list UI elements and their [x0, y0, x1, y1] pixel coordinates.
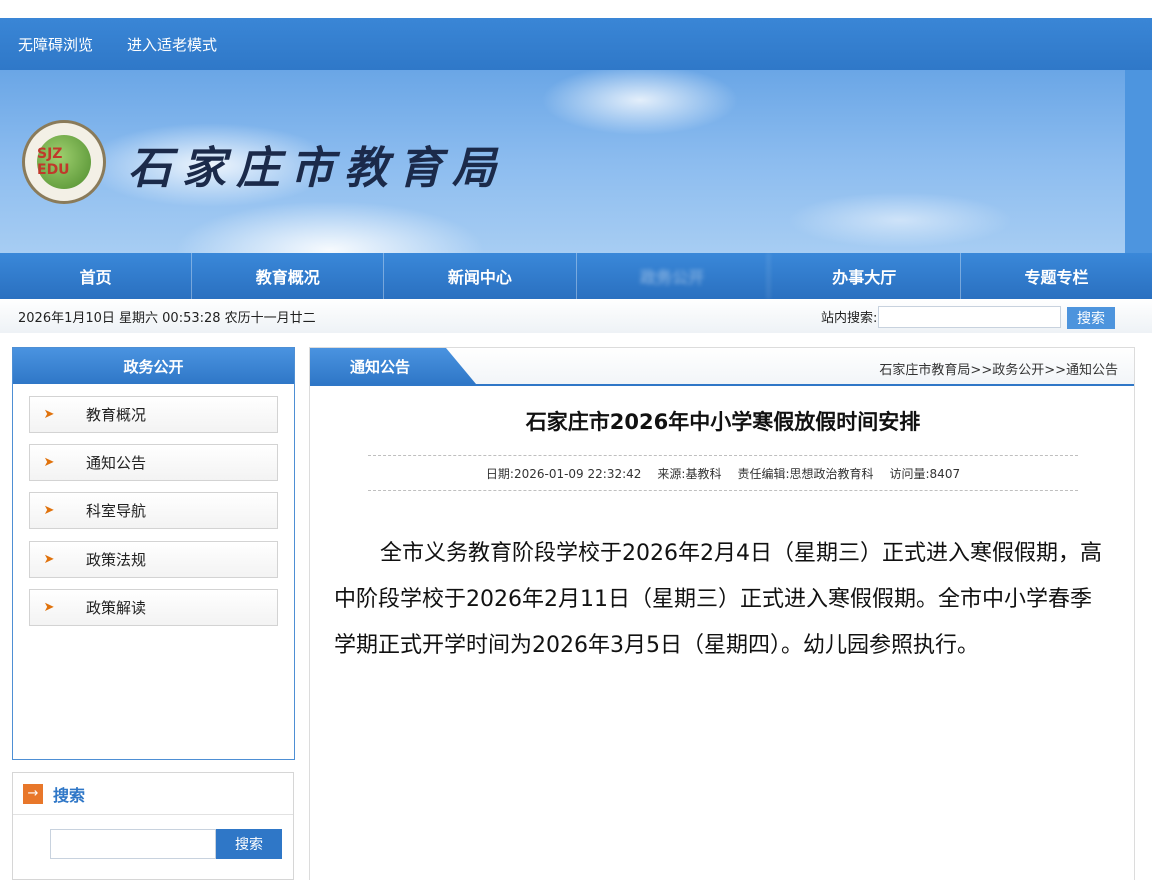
sidebar-item-label: 教育概况 — [86, 406, 147, 424]
nav-home[interactable]: 首页 — [0, 253, 193, 299]
article-views: 访问量:8407 — [889, 466, 961, 481]
arrow-right-icon: ➤ — [43, 552, 55, 567]
sidebar-item-policies[interactable]: ➤ 政策法规 — [29, 541, 278, 578]
sidebar-search-input[interactable] — [50, 829, 216, 859]
sidebar-item-label: 政策法规 — [86, 551, 147, 569]
logo-emblem-icon: SJZ EDU — [37, 135, 91, 189]
sidebar-item-label: 科室导航 — [86, 502, 147, 520]
site-search-button[interactable]: 搜索 — [1067, 307, 1115, 329]
elder-mode-link[interactable]: 进入适老模式 — [127, 34, 217, 55]
bureau-logo: SJZ EDU — [22, 120, 106, 204]
arrow-right-icon: ➤ — [43, 600, 55, 615]
breadcrumb: 石家庄市教育局>>政务公开>>通知公告 — [879, 363, 1118, 378]
arrow-right-icon: ➤ — [43, 407, 55, 422]
main-nav: 首页 教育概况 新闻中心 政务公开 办事大厅 专题专栏 — [0, 253, 1152, 299]
search-box-header: → 搜索 — [13, 773, 293, 815]
sidebar-item-department-nav[interactable]: ➤ 科室导航 — [29, 492, 278, 529]
banner-edge — [1125, 70, 1152, 253]
nav-special-topics[interactable]: 专题专栏 — [961, 253, 1152, 299]
info-bar: 2026年1月10日 星期六 00:53:28 农历十一月廿二 站内搜索: 搜索 — [0, 299, 1152, 333]
top-utility-bar: 无障碍浏览 进入适老模式 — [0, 18, 1152, 70]
current-datetime: 2026年1月10日 星期六 00:53:28 农历十一月廿二 — [18, 310, 316, 326]
sidebar-item-label: 通知公告 — [86, 454, 147, 472]
arrow-square-icon: → — [23, 783, 43, 804]
article-title: 石家庄市2026年中小学寒假放假时间安排 — [525, 410, 921, 434]
article-panel-header: 通知公告 石家庄市教育局>>政务公开>>通知公告 — [310, 348, 1134, 386]
nav-service-hall[interactable]: 办事大厅 — [769, 253, 961, 299]
nav-government-affairs[interactable]: 政务公开 — [577, 253, 769, 299]
nav-education-overview[interactable]: 教育概况 — [192, 253, 385, 299]
sidebar-search-box: → 搜索 搜索 — [12, 772, 294, 880]
article-source: 来源:基教科 — [657, 466, 722, 481]
sidebar-title: 政务公开 — [13, 348, 294, 384]
tab-notices[interactable]: 通知公告 — [310, 348, 476, 384]
sidebar-search-button[interactable]: 搜索 — [216, 829, 282, 859]
article-panel: 通知公告 石家庄市教育局>>政务公开>>通知公告 石家庄市2026年中小学寒假放… — [309, 347, 1135, 880]
sidebar-item-notices[interactable]: ➤ 通知公告 — [29, 444, 278, 481]
site-title: 石家庄市教育局 — [128, 143, 506, 194]
site-search-label: 站内搜索: — [821, 310, 878, 326]
arrow-right-icon: ➤ — [43, 455, 55, 470]
sidebar-item-education-overview[interactable]: ➤ 教育概况 — [29, 396, 278, 433]
nav-news-center[interactable]: 新闻中心 — [384, 253, 577, 299]
arrow-right-icon: ➤ — [43, 503, 55, 518]
article-editor: 责任编辑:思想政治教育科 — [737, 466, 874, 481]
site-search-input[interactable] — [878, 306, 1061, 328]
article-meta: 日期:2026-01-09 22:32:42 来源:基教科 责任编辑:思想政治教… — [368, 455, 1078, 491]
sidebar-item-label: 政策解读 — [86, 599, 147, 617]
accessible-browse-link[interactable]: 无障碍浏览 — [18, 34, 93, 55]
sidebar-panel: 政务公开 ➤ 教育概况 ➤ 通知公告 ➤ 科室导航 ➤ 政策法规 ➤ 政策解读 — [12, 347, 295, 760]
article-body: 全市义务教育阶段学校于2026年2月4日（星期三）正式进入寒假假期，高中阶段学校… — [334, 541, 1102, 658]
search-box-title: 搜索 — [53, 785, 86, 805]
site-banner: SJZ EDU 石家庄市教育局 — [0, 70, 1125, 253]
article-date: 日期:2026-01-09 22:32:42 — [485, 466, 642, 481]
sidebar-item-policy-interpretation[interactable]: ➤ 政策解读 — [29, 589, 278, 626]
